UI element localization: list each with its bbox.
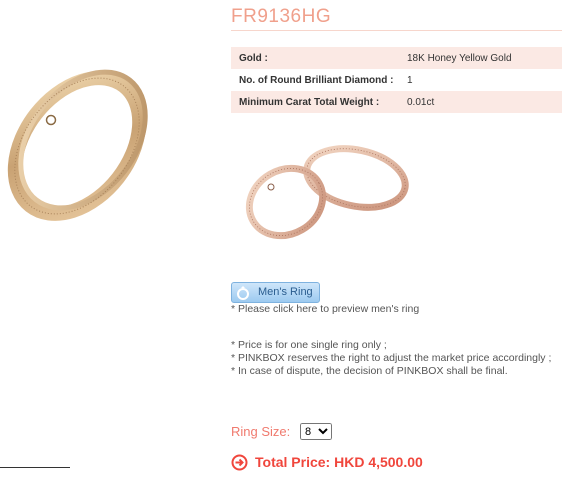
- title-divider: [231, 30, 562, 31]
- spec-label: Gold :: [239, 52, 268, 64]
- arrow-circle-icon: [231, 454, 248, 471]
- product-code-title: FR9136HG: [231, 6, 332, 27]
- ring-size-label: Ring Size:: [231, 424, 291, 439]
- ring-icon: [237, 286, 249, 300]
- ring-size-select[interactable]: 8: [300, 423, 332, 440]
- note-single-ring: * Price is for one single ring only ;: [231, 339, 387, 351]
- note-dispute: * In case of dispute, the decision of PI…: [231, 365, 508, 377]
- spec-label: Minimum Carat Total Weight :: [239, 96, 380, 108]
- mens-ring-hint: * Please click here to preview men's rin…: [231, 303, 420, 315]
- mens-ring-button[interactable]: Men's Ring: [231, 282, 320, 303]
- ring-pair-image: [245, 145, 409, 240]
- spec-row-gold: Gold : 18K Honey Yellow Gold: [231, 47, 562, 69]
- left-divider: [0, 467, 70, 468]
- mens-ring-button-label: Men's Ring: [258, 286, 313, 298]
- spec-value: 0.01ct: [407, 96, 435, 108]
- note-price-adjust: * PINKBOX reserves the right to adjust t…: [231, 352, 552, 364]
- spec-value: 18K Honey Yellow Gold: [407, 52, 512, 64]
- spec-row-carat-weight: Minimum Carat Total Weight : 0.01ct: [231, 91, 562, 113]
- spec-value: 1: [407, 74, 413, 86]
- spec-table: Gold : 18K Honey Yellow Gold No. of Roun…: [231, 47, 562, 113]
- main-ring-image: [7, 69, 148, 221]
- spec-label: No. of Round Brilliant Diamond :: [239, 74, 394, 86]
- spec-row-diamond-count: No. of Round Brilliant Diamond : 1: [231, 69, 562, 91]
- total-price: Total Price: HKD 4,500.00: [255, 454, 423, 470]
